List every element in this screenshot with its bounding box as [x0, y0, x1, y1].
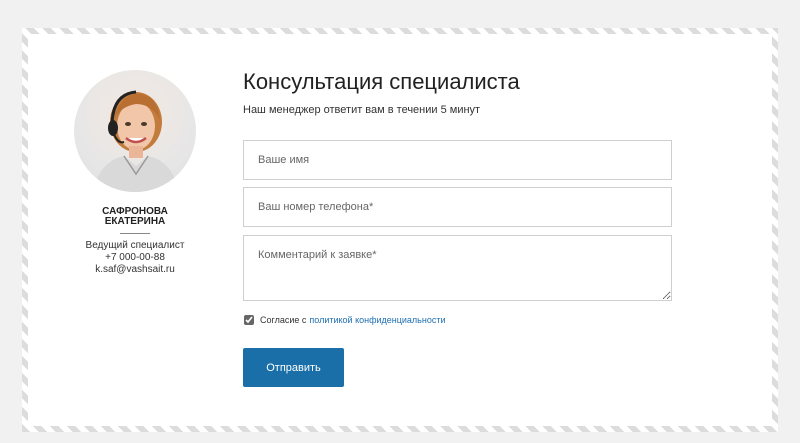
privacy-policy-link[interactable]: политикой конфиденциальности: [309, 315, 445, 325]
form-subtitle: Наш менеджер ответит вам в течении 5 мин…: [243, 104, 481, 116]
consent-text: Согласие с: [260, 315, 307, 325]
specialist-name: САФРОНОВА ЕКАТЕРИНА: [74, 207, 196, 227]
consent-checkbox[interactable]: [244, 315, 254, 325]
consent-row[interactable]: Согласие с политикой конфиденциальности: [244, 315, 446, 325]
headset-avatar-icon: [94, 90, 178, 192]
specialist-firstname: ЕКАТЕРИНА: [104, 216, 166, 227]
comment-textarea[interactable]: [243, 235, 672, 301]
name-input[interactable]: [243, 140, 672, 180]
specialist-photo: [74, 70, 196, 192]
name-divider: [120, 233, 150, 234]
specialist-email: k.saf@vashsait.ru: [95, 264, 175, 275]
specialist-phone: +7 000-00-88: [105, 252, 165, 263]
specialist-role: Ведущий специалист: [85, 240, 185, 251]
submit-button[interactable]: Отправить: [243, 348, 344, 387]
form-title: Консультация специалиста: [243, 69, 520, 94]
phone-input[interactable]: [243, 187, 672, 227]
